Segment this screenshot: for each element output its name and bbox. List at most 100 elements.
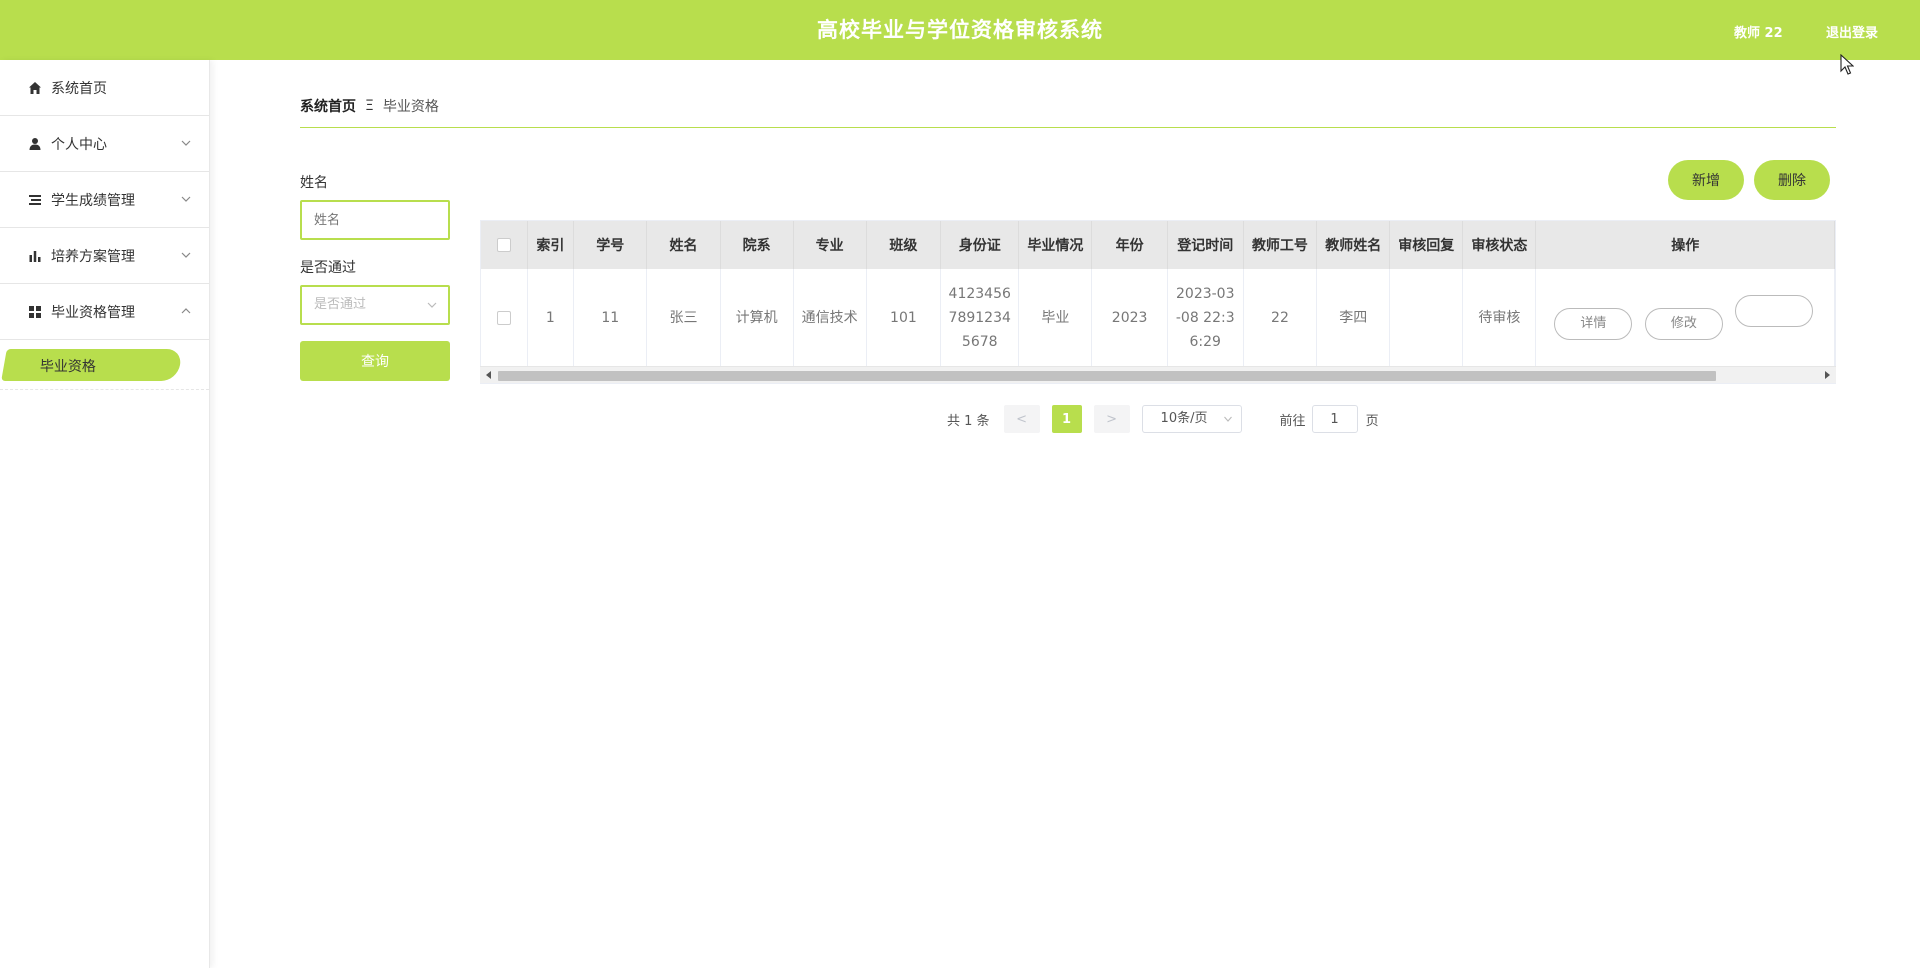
cell-name: 张三: [646, 269, 721, 368]
edit-button[interactable]: 修改: [1644, 308, 1723, 341]
table-row: 1 11 张三 计算机 通信技术 101 4123456 7891234 567…: [481, 269, 1835, 368]
scroll-left-icon[interactable]: [486, 371, 491, 379]
cell-class: 101: [866, 269, 942, 368]
column-header: 年份: [1091, 221, 1168, 269]
cell-id-card: 4123456 7891234 5678: [940, 269, 1020, 368]
sidebar-item-label: 培养方案管理: [51, 248, 135, 265]
chevron-down-icon: [427, 302, 437, 308]
cell-status: 待审核: [1462, 269, 1537, 368]
mouse-cursor-icon: [1840, 54, 1854, 75]
page-number-button[interactable]: 1: [1051, 405, 1082, 433]
cell-year: 2023: [1091, 269, 1168, 368]
cell-operations: 详情 修改: [1535, 269, 1835, 368]
chevron-down-icon: [181, 196, 191, 202]
sidebar-subitem-graduation-qualification[interactable]: 毕业资格: [1, 349, 183, 381]
goto-suffix: 页: [1365, 413, 1379, 429]
top-header: 高校毕业与学位资格审核系统 教师 22 退出登录: [0, 0, 1920, 60]
column-header: 审核回复: [1389, 221, 1464, 269]
time-line: 6:29: [1189, 333, 1221, 350]
cell-index: 1: [527, 269, 574, 368]
sidebar-item-label: 个人中心: [51, 136, 107, 153]
app-title: 高校毕业与学位资格审核系统: [817, 18, 1103, 42]
scroll-right-icon[interactable]: [1825, 371, 1830, 379]
name-search-input[interactable]: [300, 200, 450, 240]
sidebar-item-training-plan[interactable]: 培养方案管理: [0, 228, 209, 284]
search-button[interactable]: 查询: [300, 341, 450, 381]
table-header-row: 索引 学号 姓名 院系 专业 班级 身份证 毕业情况 年份 登记时间 教师工号 …: [481, 221, 1835, 269]
logout-link[interactable]: 退出登录: [1826, 22, 1878, 41]
column-header: 身份证: [940, 221, 1020, 269]
submenu: 毕业资格: [0, 340, 209, 390]
cell-register-time: 2023-03 -08 22:3 6:29: [1167, 269, 1244, 368]
page-size-select[interactable]: 10条/页: [1141, 405, 1242, 433]
grid-icon: [27, 304, 43, 320]
name-filter-label: 姓名: [300, 175, 328, 191]
prev-page-button[interactable]: <: [1003, 405, 1040, 433]
column-header: 班级: [866, 221, 942, 269]
id-card-line: 5678: [961, 333, 998, 350]
home-icon: [27, 80, 43, 96]
column-header: 登记时间: [1167, 221, 1244, 269]
pass-select-placeholder: 是否通过: [314, 297, 367, 312]
sidebar: 系统首页 个人中心 学生成绩管理 培养方案管理 毕业资格管理 毕业资格: [0, 60, 210, 968]
cell-department: 计算机: [720, 269, 794, 368]
select-all-checkbox[interactable]: [496, 238, 511, 252]
time-line: -08 22:3: [1175, 309, 1235, 326]
scrollbar-thumb[interactable]: [498, 371, 1716, 381]
column-header: 专业: [793, 221, 867, 269]
next-page-button[interactable]: >: [1093, 405, 1130, 433]
pagination-total: 共 1 条: [947, 413, 990, 429]
chevron-down-icon: [1223, 416, 1232, 422]
cell-reply: [1389, 269, 1464, 368]
column-header: 教师姓名: [1316, 221, 1391, 269]
row-checkbox[interactable]: [496, 310, 511, 325]
column-header: 索引: [527, 221, 574, 269]
horizontal-scrollbar[interactable]: [480, 366, 1836, 383]
sidebar-item-graduation-management[interactable]: 毕业资格管理: [0, 284, 209, 340]
cell-major: 通信技术: [793, 269, 867, 368]
goto-label: 前往: [1279, 413, 1306, 429]
column-header: 审核状态: [1462, 221, 1537, 269]
pagination: 共 1 条 < 1 > 10条/页 前往 页: [947, 405, 1379, 433]
delete-row-button[interactable]: [1735, 295, 1814, 328]
sidebar-item-label: 毕业资格管理: [51, 304, 135, 321]
breadcrumb-separator: Ξ: [365, 98, 374, 114]
goto-page-input[interactable]: [1311, 405, 1358, 433]
sidebar-subitem-label: 毕业资格: [39, 359, 96, 375]
bar-chart-icon: [27, 248, 43, 264]
column-header: 学号: [573, 221, 648, 269]
sidebar-item-home[interactable]: 系统首页: [0, 60, 209, 116]
column-header: 操作: [1535, 221, 1835, 269]
id-card-line: 7891234: [948, 309, 1011, 326]
cell-student-id: 11: [573, 269, 648, 368]
pass-select[interactable]: 是否通过: [300, 285, 450, 325]
column-header: 毕业情况: [1018, 221, 1093, 269]
column-header: 教师工号: [1243, 221, 1318, 269]
cell-teacher-name: 李四: [1316, 269, 1391, 368]
delete-button[interactable]: 删除: [1754, 160, 1830, 200]
pass-filter-label: 是否通过: [300, 260, 356, 276]
sidebar-item-student-scores[interactable]: 学生成绩管理: [0, 172, 209, 228]
column-header: 姓名: [646, 221, 721, 269]
data-table: 索引 学号 姓名 院系 专业 班级 身份证 毕业情况 年份 登记时间 教师工号 …: [480, 220, 1836, 384]
add-button[interactable]: 新增: [1668, 160, 1744, 200]
chevron-down-icon: [181, 140, 191, 146]
cell-teacher-id: 22: [1243, 269, 1318, 368]
id-card-line: 4123456: [948, 285, 1011, 302]
chevron-up-icon: [181, 308, 191, 314]
breadcrumb-current: 毕业资格: [382, 99, 439, 115]
detail-button[interactable]: 详情: [1554, 308, 1633, 341]
row-checkbox-cell[interactable]: [481, 269, 528, 368]
column-header: 院系: [720, 221, 794, 269]
sidebar-item-personal-center[interactable]: 个人中心: [0, 116, 209, 172]
select-all-checkbox-cell[interactable]: [481, 221, 528, 269]
breadcrumb-home[interactable]: 系统首页: [300, 96, 356, 116]
cell-graduation: 毕业: [1018, 269, 1093, 368]
user-icon: [27, 136, 43, 152]
page-size-value: 10条/页: [1160, 411, 1208, 426]
chevron-down-icon: [181, 252, 191, 258]
list-icon: [27, 192, 43, 208]
sidebar-item-label: 学生成绩管理: [51, 192, 135, 209]
time-line: 2023-03: [1176, 285, 1235, 302]
sidebar-item-label: 系统首页: [51, 80, 107, 97]
